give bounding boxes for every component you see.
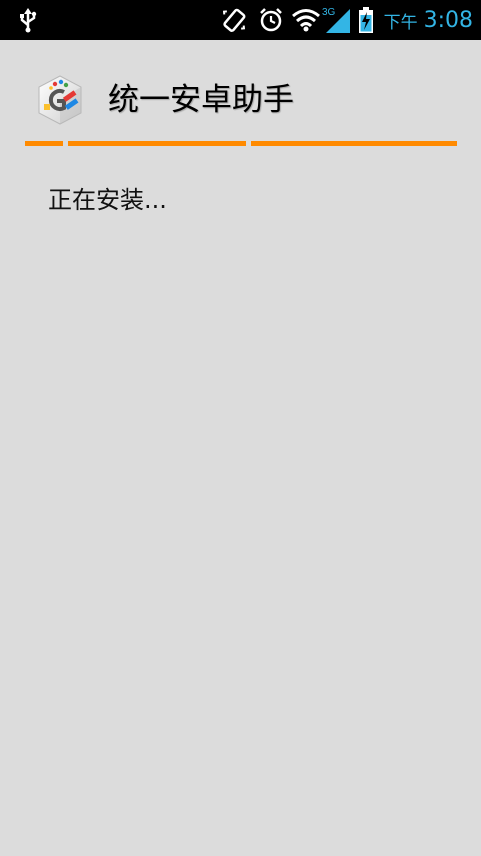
network-type-label: 3G (322, 7, 336, 18)
alarm-icon (256, 0, 286, 40)
clock-time: 3:08 (423, 7, 473, 33)
status-bar: 3G 下午 3:08 (0, 0, 481, 40)
header-divider-segment (251, 141, 457, 146)
clock-ampm: 下午 (383, 12, 418, 33)
app-logo-icon (36, 74, 84, 126)
app-title: 统一安卓助手 (108, 82, 294, 118)
status-clock: 下午 3:08 (384, 0, 473, 40)
header-divider-segment (25, 141, 63, 146)
vibrate-icon (218, 0, 250, 40)
screen: 3G 下午 3:08 统一安卓助手 正在安装... (0, 0, 481, 856)
install-status-message: 正在安装... (48, 186, 167, 214)
battery-charging-icon (356, 0, 376, 40)
header-divider-segment (68, 141, 246, 146)
app-header: 统一安卓助手 (0, 40, 481, 146)
usb-icon (14, 0, 42, 40)
signal-icon: 3G (322, 0, 352, 40)
wifi-icon (290, 0, 322, 40)
